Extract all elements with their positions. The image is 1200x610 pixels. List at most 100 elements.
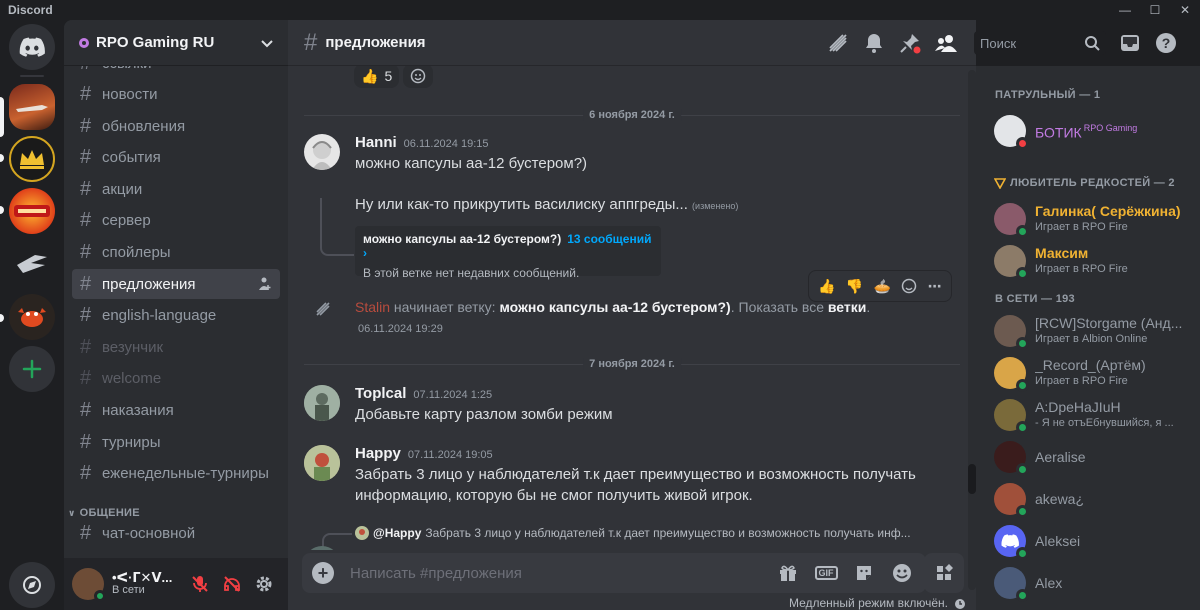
thread-link[interactable]: можно капсулы аа-12 бустером?) xyxy=(499,299,730,315)
attach-button[interactable]: + xyxy=(312,562,334,584)
channel-item[interactable]: # акции xyxy=(72,174,280,204)
user-panel: •ᐸ·ᒥ✕ᐯ... В сети xyxy=(64,558,288,610)
apps-button[interactable] xyxy=(924,553,964,593)
thumbs-down-icon[interactable]: 👎 xyxy=(846,278,863,295)
channel-name: сервер xyxy=(102,212,151,230)
channel-item-active[interactable]: # предложения xyxy=(72,269,280,300)
minimize-button[interactable]: — xyxy=(1110,0,1140,20)
chat-scrollbar[interactable] xyxy=(968,70,976,590)
member-item[interactable]: A:DpeHaJIuH - Я не отъЕбнувшийся, я ... xyxy=(976,394,1200,436)
emoji-button[interactable] xyxy=(888,559,916,587)
category-header[interactable]: ∨ ОБЩЕНИЕ xyxy=(64,493,288,519)
author-name[interactable]: Toplcal xyxy=(355,385,406,402)
reply-author[interactable]: @Happy xyxy=(373,526,421,540)
author-name[interactable]: Happy xyxy=(355,445,401,462)
member-item[interactable]: Aleksei xyxy=(976,520,1200,562)
show-threads-link[interactable]: ветки xyxy=(828,299,867,315)
gif-button[interactable]: GIF xyxy=(812,559,840,587)
text-channel-icon: # xyxy=(80,399,92,422)
server-icon-1[interactable] xyxy=(9,84,55,130)
member-list-button[interactable] xyxy=(934,31,958,55)
date-divider: 6 ноября 2024 г. xyxy=(304,109,960,121)
maximize-button[interactable]: ☐ xyxy=(1140,0,1170,20)
user-info[interactable]: •ᐸ·ᒥ✕ᐯ... В сети xyxy=(112,571,184,597)
online-status-icon xyxy=(1016,421,1029,434)
channel-item[interactable]: # новости xyxy=(72,80,280,110)
inbox-button[interactable] xyxy=(1118,31,1142,55)
author-avatar[interactable] xyxy=(304,445,340,481)
member-item[interactable]: Alex xyxy=(976,562,1200,604)
author-avatar[interactable] xyxy=(304,385,340,421)
system-user-name[interactable]: Stalin xyxy=(355,299,390,315)
pie-icon[interactable]: 🥧 xyxy=(874,278,891,295)
add-reaction-button[interactable] xyxy=(403,66,434,88)
pinned-messages-button[interactable] xyxy=(898,31,922,55)
member-item[interactable]: БОТИК RPO Gaming xyxy=(976,110,1200,152)
text-channel-icon: # xyxy=(80,241,92,264)
channel-item[interactable]: # наказания xyxy=(72,396,280,426)
thread-card[interactable]: можно капсулы аа-12 бустером?) 13 сообщен… xyxy=(355,226,661,280)
channel-item[interactable]: # еженедельные-турниры xyxy=(72,459,280,489)
emoji-add-icon[interactable] xyxy=(901,278,917,294)
message-text: можно капсулы аа-12 бустером?) xyxy=(355,155,588,172)
channel-item-muted[interactable]: # везунчик xyxy=(72,332,280,362)
discord-logo-icon xyxy=(19,37,45,57)
settings-button[interactable] xyxy=(248,568,280,600)
server-icon-crab[interactable] xyxy=(9,294,55,340)
server-icon-imperia[interactable] xyxy=(9,136,55,182)
channel-item[interactable]: # чат-основной xyxy=(72,519,280,549)
thread-empty-note: В этой ветке нет недавних сообщений. xyxy=(363,266,580,280)
close-button[interactable]: ✕ xyxy=(1170,0,1200,20)
member-item[interactable]: akewa¿ xyxy=(976,478,1200,520)
reaction-count: 5 xyxy=(384,68,393,84)
gear-icon xyxy=(256,576,272,592)
channel-item[interactable]: # события xyxy=(72,143,280,173)
text-channel-icon: # xyxy=(80,209,92,232)
member-item[interactable]: [RCW]Storgame (Анд... Играет в Albion Onl… xyxy=(976,310,1200,352)
member-item[interactable]: Максим Играет в RPO Fire xyxy=(976,240,1200,282)
message-input[interactable]: Написать #предложения xyxy=(350,565,764,582)
reply-preview[interactable]: @Happy Забрать 3 лицо у наблюдателей т.к… xyxy=(355,526,911,540)
deafen-button[interactable] xyxy=(216,568,248,600)
server-icon-cf[interactable] xyxy=(9,240,55,286)
pin-icon xyxy=(900,34,921,54)
member-avatar xyxy=(994,203,1029,238)
gift-button[interactable] xyxy=(774,559,802,587)
more-options-icon[interactable]: ⋯ xyxy=(928,278,942,295)
reaction-button[interactable]: 👍 5 xyxy=(354,66,400,88)
sticker-button[interactable] xyxy=(850,559,878,587)
author-avatar[interactable] xyxy=(304,134,340,170)
author-name[interactable]: Hanni xyxy=(355,134,397,151)
message-timestamp: 07.11.2024 19:05 xyxy=(407,449,493,461)
channel-item[interactable]: # спойлеры xyxy=(72,238,280,268)
member-item[interactable]: Галинка( Серёжкина) Играет в RPO Fire xyxy=(976,198,1200,240)
member-info: Aeralise xyxy=(1035,449,1086,465)
anime-avatar-icon xyxy=(312,141,332,170)
discover-button[interactable] xyxy=(9,562,55,608)
member-avatar xyxy=(994,441,1029,476)
scrollbar-thumb[interactable] xyxy=(968,464,976,494)
member-info: БОТИК RPO Gaming xyxy=(1035,120,1137,141)
channel-item[interactable]: # турниры xyxy=(72,427,280,457)
threads-button[interactable] xyxy=(826,31,850,55)
channel-item[interactable]: # english-language xyxy=(72,301,280,331)
thumbs-up-icon[interactable]: 👍 xyxy=(818,278,835,295)
server-icon-wotplay[interactable] xyxy=(9,188,55,234)
help-button[interactable]: ? xyxy=(1154,31,1178,55)
channel-item-muted[interactable]: # welcome xyxy=(72,364,280,394)
member-item[interactable]: _Record_(Артём) Играет в RPO Fire xyxy=(976,352,1200,394)
member-name: Aeralise xyxy=(1035,449,1086,465)
server-header[interactable]: RPO Gaming RU xyxy=(64,20,288,66)
member-item[interactable]: Aeralise xyxy=(976,436,1200,478)
channel-item[interactable]: # обновления xyxy=(72,111,280,141)
home-button[interactable] xyxy=(9,24,55,70)
svg-text:?: ? xyxy=(1162,35,1171,51)
member-avatar xyxy=(994,567,1029,602)
online-status-icon xyxy=(1016,589,1029,602)
notifications-button[interactable] xyxy=(862,31,886,55)
add-server-button[interactable] xyxy=(9,346,55,392)
mute-button[interactable] xyxy=(184,568,216,600)
search-input[interactable]: Поиск xyxy=(974,31,1106,55)
user-avatar[interactable] xyxy=(72,568,106,602)
channel-item[interactable]: # сервер xyxy=(72,206,280,236)
